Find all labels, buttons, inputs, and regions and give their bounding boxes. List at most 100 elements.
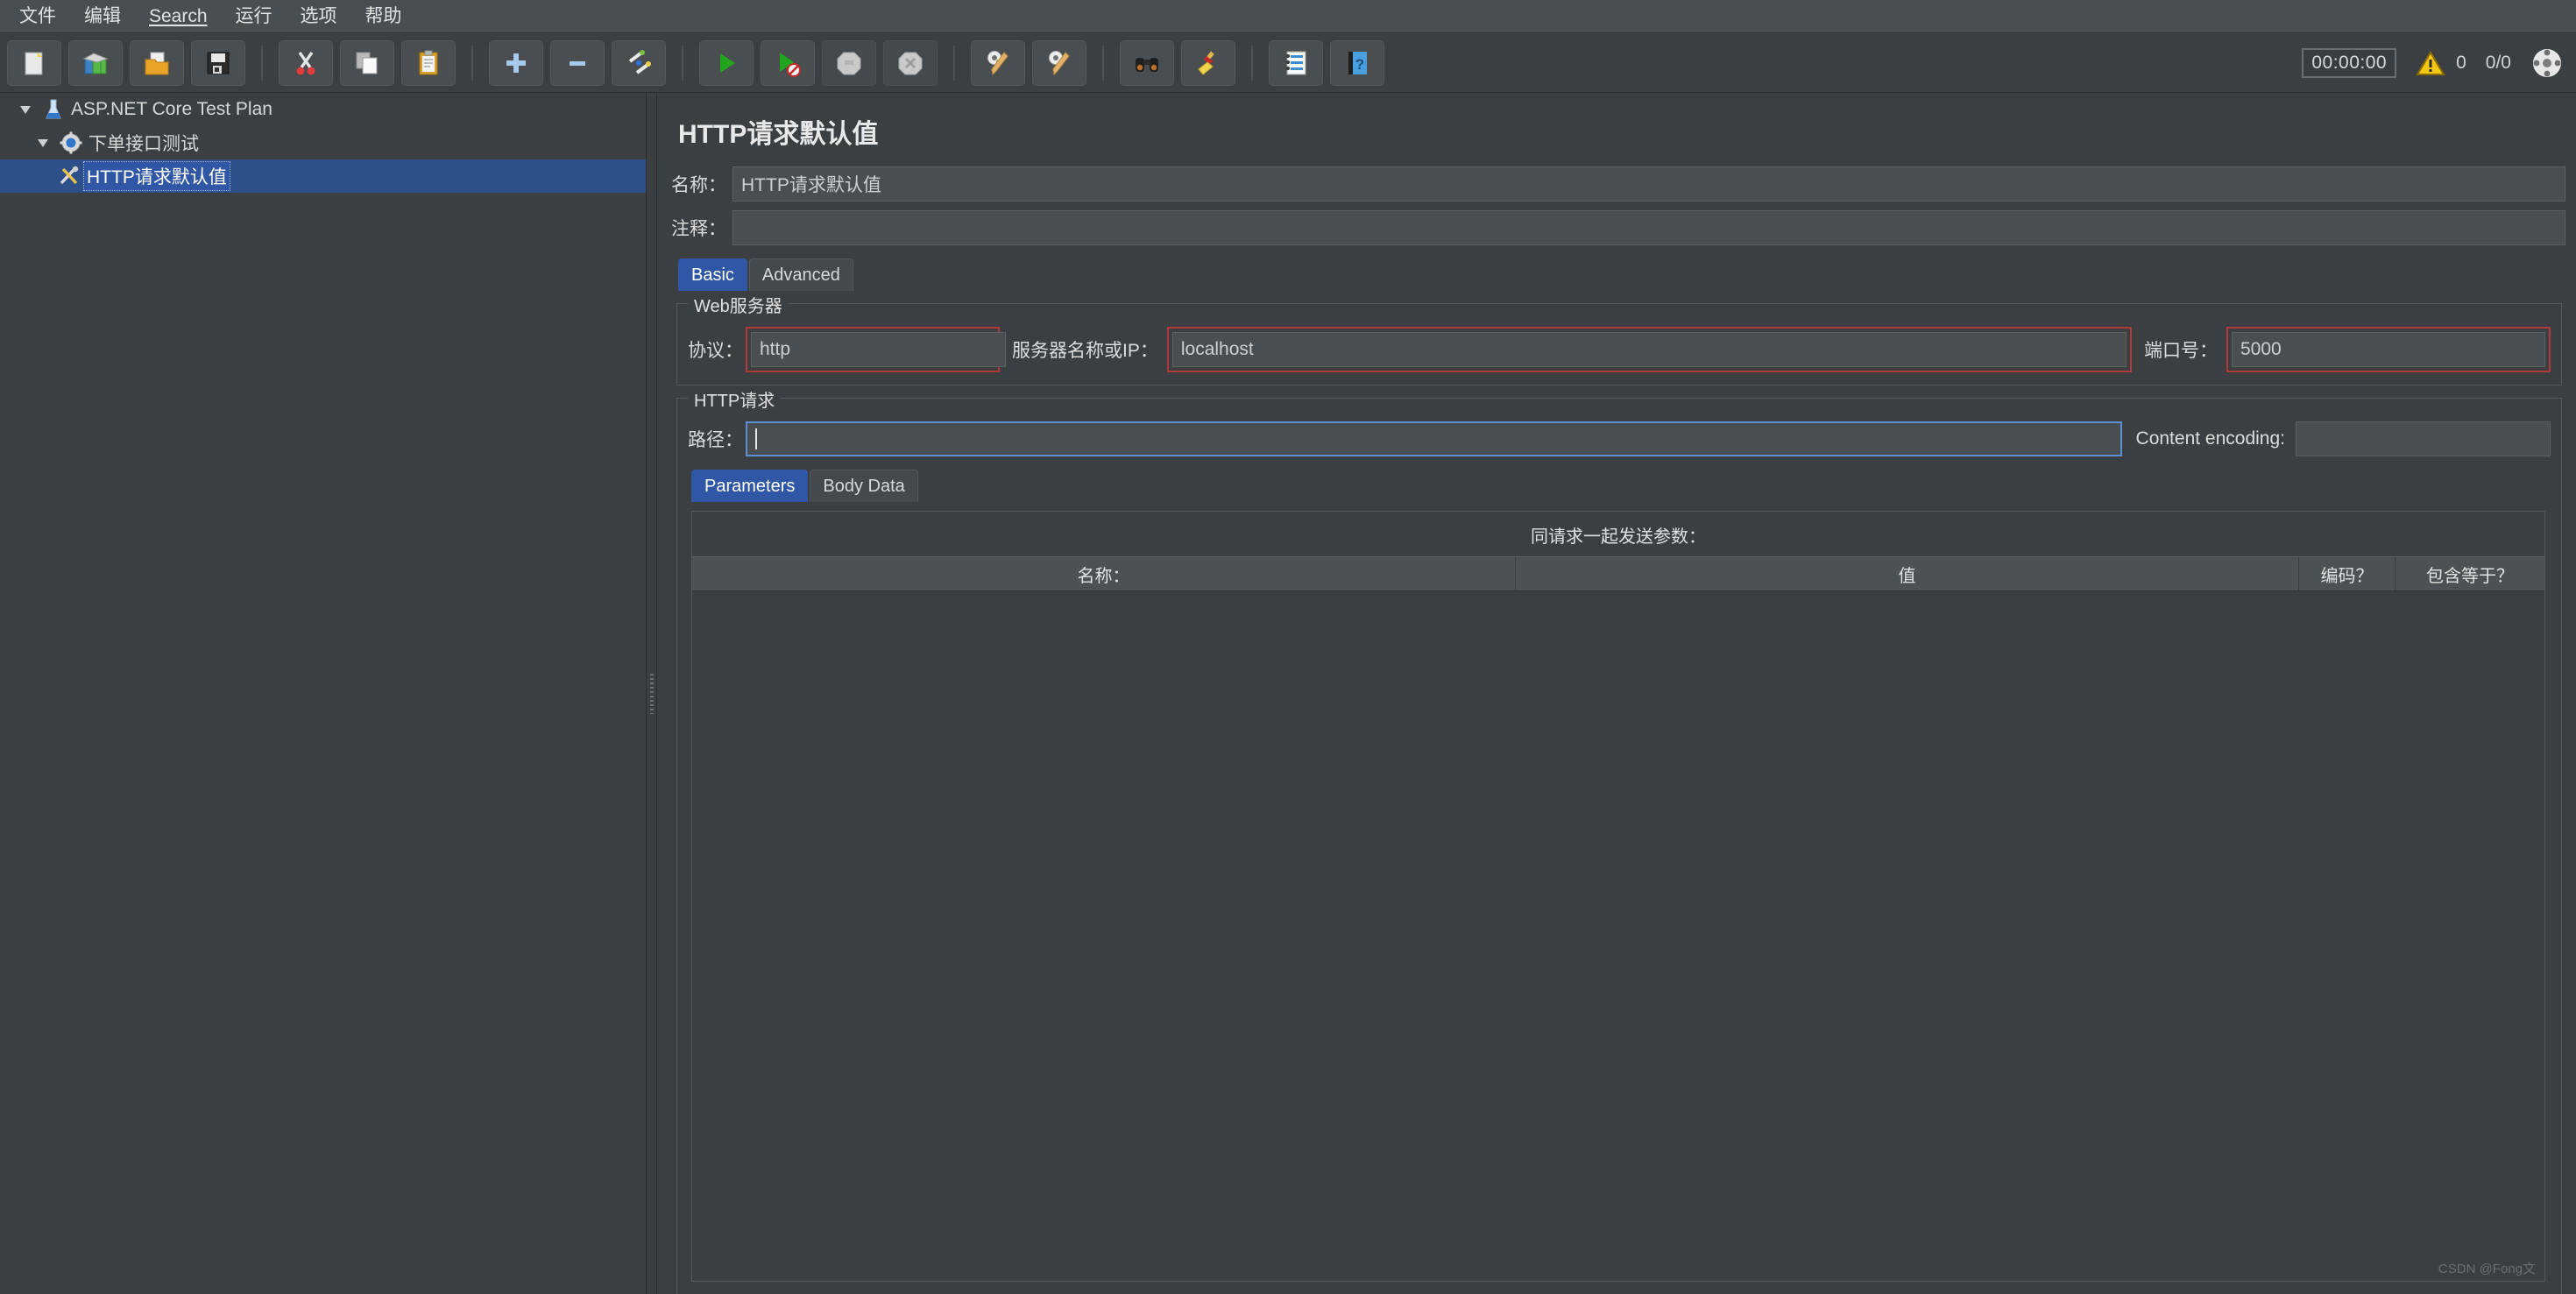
active-threads-count: 0/0 — [2485, 53, 2511, 73]
search-button[interactable] — [1120, 39, 1174, 86]
menu-item-help[interactable]: 帮助 — [353, 4, 414, 29]
menu-item-file[interactable]: 文件 — [7, 4, 68, 29]
name-label: 名称： — [671, 175, 726, 195]
name-field-row: 名称： — [671, 165, 2565, 203]
collapse-all-button[interactable] — [550, 39, 605, 86]
save-button[interactable] — [191, 39, 245, 86]
protocol-input[interactable] — [751, 332, 1006, 367]
gear-thread-group-icon — [56, 131, 86, 154]
help-button[interactable]: ? — [1330, 39, 1384, 86]
new-document-icon — [25, 52, 43, 74]
tab-parameters[interactable]: Parameters — [691, 470, 809, 502]
shutdown-button[interactable] — [883, 39, 938, 86]
start-no-pauses-button[interactable] — [761, 39, 815, 86]
toolbar-separator-6 — [1251, 45, 1253, 81]
toolbar-group-tools: ? — [1262, 39, 1391, 86]
clear-all-button[interactable] — [1032, 39, 1086, 86]
port-label: 端口号： — [2144, 341, 2218, 361]
templates-books-icon — [82, 52, 109, 74]
menu-item-edit[interactable]: 编辑 — [72, 4, 133, 29]
flask-icon — [39, 98, 68, 121]
toolbar-group-tree — [482, 39, 673, 86]
port-input[interactable] — [2232, 332, 2545, 367]
tree-node-thread-group[interactable]: 下单接口测试 — [0, 126, 646, 159]
paste-button[interactable] — [401, 39, 456, 86]
path-input[interactable] — [746, 421, 2122, 456]
minus-icon — [570, 60, 585, 66]
plus-icon — [506, 53, 526, 73]
web-server-group-title: Web服务器 — [688, 292, 789, 317]
expand-all-button[interactable] — [489, 39, 543, 86]
tree-node-http-defaults[interactable]: HTTP请求默认值 — [0, 159, 646, 193]
gear-broom-all-icon — [1049, 50, 1070, 75]
gear-broom-icon — [987, 50, 1008, 75]
column-header-include-equals[interactable]: 包含等于？ — [2396, 557, 2544, 590]
cut-button[interactable] — [279, 39, 333, 86]
start-button[interactable] — [699, 39, 754, 86]
expand-twisty-icon[interactable] — [30, 135, 56, 151]
web-server-group: Web服务器 协议： 服务器名称或IP： 端口号： — [676, 292, 2562, 385]
menu-bar: 文件 编辑 Search 运行 选项 帮助 — [0, 0, 2576, 33]
column-header-encode[interactable]: 编码？ — [2299, 557, 2396, 590]
menu-item-run[interactable]: 运行 — [223, 4, 285, 29]
server-input[interactable] — [1171, 332, 2127, 367]
params-tabbar: Parameters Body Data — [691, 470, 2551, 502]
toolbar-separator-4 — [953, 45, 955, 81]
stop-button[interactable] — [822, 39, 876, 86]
templates-button[interactable] — [68, 39, 123, 86]
shutdown-octagon-icon — [898, 52, 923, 74]
thread-status-icon[interactable] — [2530, 46, 2564, 80]
function-helper-button[interactable] — [1269, 39, 1323, 86]
copy-pages-icon — [356, 52, 378, 74]
clear-button[interactable] — [971, 39, 1025, 86]
comment-field-row: 注释： — [671, 209, 2565, 247]
splitter-grip — [649, 673, 654, 714]
open-button[interactable] — [130, 39, 184, 86]
editor-tabbar: Basic Advanced — [678, 258, 2565, 291]
content-encoding-label: Content encoding: — [2135, 428, 2285, 449]
web-server-row: 协议： 服务器名称或IP： 端口号： — [688, 327, 2551, 372]
tab-basic[interactable]: Basic — [678, 258, 747, 291]
warning-indicator[interactable]: 0 — [2416, 50, 2466, 77]
tree-node-test-plan[interactable]: ASP.NET Core Test Plan — [0, 93, 646, 126]
server-highlight — [1166, 327, 2132, 372]
svg-text:?: ? — [1355, 56, 1364, 73]
green-play-icon — [720, 53, 735, 73]
menu-item-search[interactable]: Search — [137, 4, 220, 29]
toolbar-group-edit — [272, 39, 463, 86]
scissors-cut-icon — [296, 51, 315, 74]
help-book-icon: ? — [1348, 51, 1367, 74]
comment-input[interactable] — [732, 210, 2565, 245]
content-encoding-input[interactable] — [2296, 421, 2551, 456]
column-header-value[interactable]: 值 — [1516, 557, 2299, 590]
toolbar-group-search — [1113, 39, 1242, 86]
toolbar-separator-2 — [471, 45, 473, 81]
comment-label: 注释： — [671, 219, 726, 239]
test-plan-tree[interactable]: ASP.NET Core Test Plan 下单接口测试 HTTP请求默认值 — [0, 93, 647, 1294]
text-caret — [755, 428, 757, 449]
toolbar-group-clear — [964, 39, 1093, 86]
floppy-save-icon — [207, 52, 230, 74]
warning-triangle-icon — [2416, 50, 2445, 75]
reset-search-button[interactable] — [1181, 39, 1235, 86]
copy-button[interactable] — [340, 39, 394, 86]
protocol-highlight — [746, 327, 1006, 372]
tab-body-data[interactable]: Body Data — [810, 470, 918, 502]
parameters-table-body[interactable] — [692, 591, 2544, 1280]
tree-label-test-plan: ASP.NET Core Test Plan — [71, 99, 272, 119]
name-input[interactable] — [732, 166, 2565, 202]
wrench-config-icon — [54, 165, 84, 187]
panel-splitter[interactable] — [647, 93, 657, 1294]
expand-twisty-icon[interactable] — [12, 102, 39, 117]
server-label: 服务器名称或IP： — [1012, 341, 1158, 361]
menu-item-options[interactable]: 选项 — [288, 4, 350, 29]
column-header-name[interactable]: 名称： — [692, 557, 1516, 590]
toggle-button[interactable] — [612, 39, 666, 86]
watermark-text: CSDN @Fong文 — [2438, 1262, 2536, 1276]
open-folder-icon — [145, 52, 169, 74]
main-split: ASP.NET Core Test Plan 下单接口测试 HTTP请求默认值 … — [0, 93, 2576, 1294]
toolbar-status-area: 00:00:00 0 0/0 — [2302, 33, 2564, 93]
tab-advanced[interactable]: Advanced — [748, 258, 853, 291]
toolbar: ? 00:00:00 0 0/0 — [0, 33, 2576, 93]
new-test-plan-button[interactable] — [7, 39, 61, 86]
